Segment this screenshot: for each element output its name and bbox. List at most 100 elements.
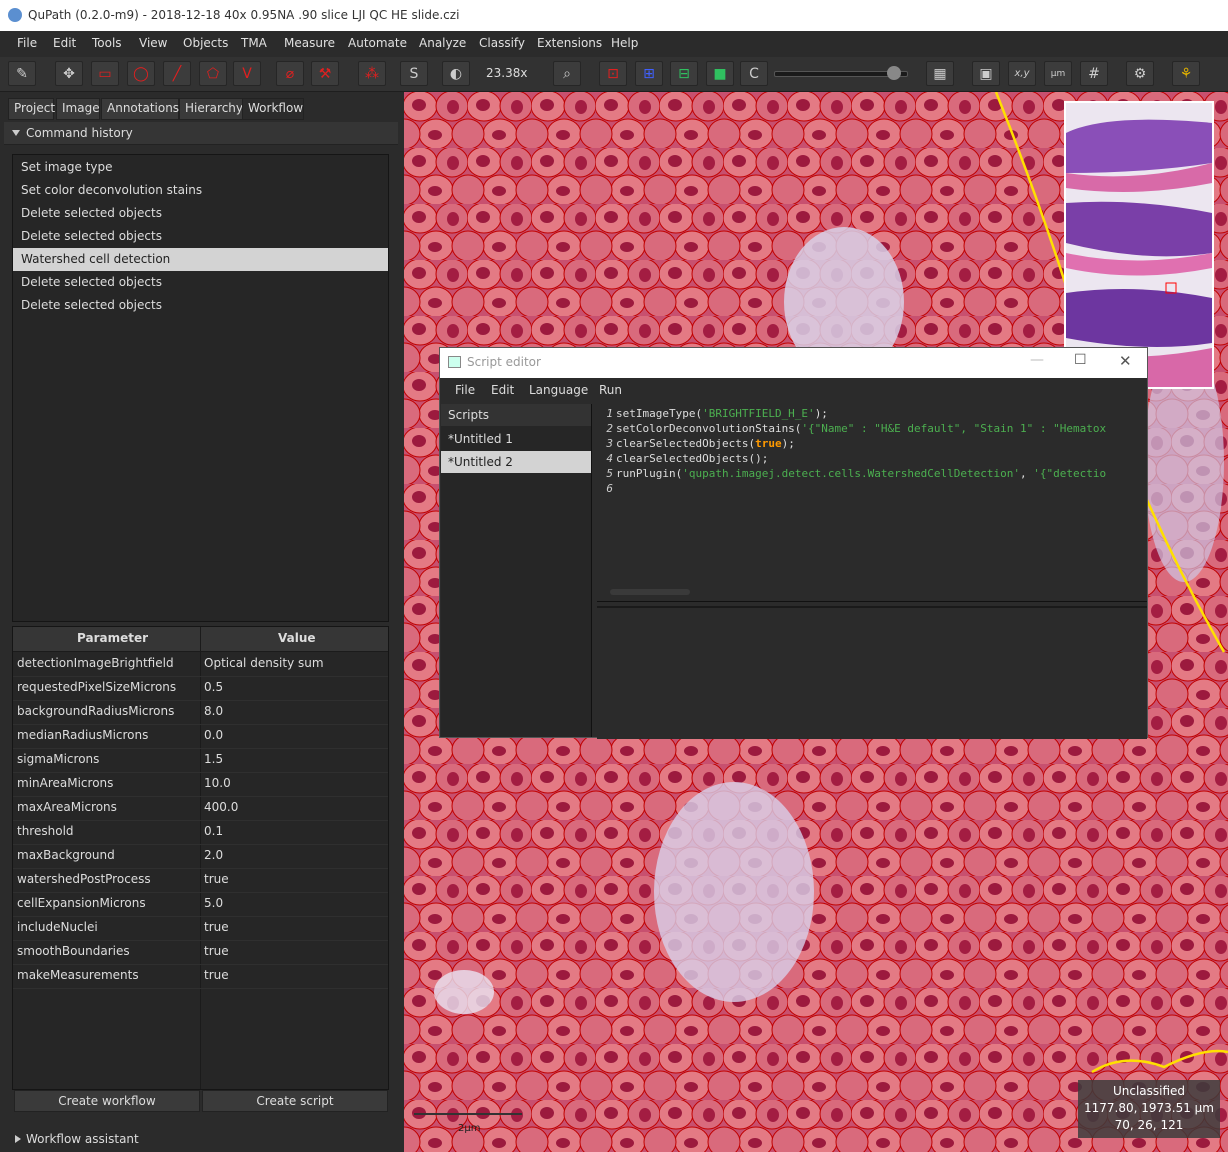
code-token: '{"Name" : "H&E default", "Stain 1" : "H…	[801, 422, 1107, 435]
measure-tool-icon[interactable]: ✎	[8, 61, 36, 86]
zoom-to-fit-icon[interactable]: ⌕	[553, 61, 581, 86]
table-row[interactable]: smoothBoundaries true	[13, 940, 388, 965]
param-name: cellExpansionMicrons	[17, 896, 146, 910]
tab-hierarchy[interactable]: Hierarchy	[179, 98, 245, 120]
param-name: sigmaMicrons	[17, 752, 100, 766]
selection-mode-button[interactable]: S	[400, 61, 428, 86]
menu-edit[interactable]: Edit	[53, 36, 76, 50]
menu-view[interactable]: View	[139, 36, 167, 50]
code-line: 1 setImageType('BRIGHTFIELD_H_E');	[597, 407, 828, 422]
show-annotations-icon[interactable]: ⊡	[599, 61, 627, 86]
menu-analyze[interactable]: Analyze	[419, 36, 466, 50]
se-menu-edit[interactable]: Edit	[491, 383, 514, 397]
line-tool-icon[interactable]: ╱	[163, 61, 191, 86]
overview-thumbnail[interactable]	[1064, 101, 1214, 389]
create-workflow-button[interactable]: Create workflow	[14, 1090, 200, 1112]
code-editor[interactable]: 1 setImageType('BRIGHTFIELD_H_E'); 2 setCol…	[597, 404, 1147, 602]
script-output-console[interactable]	[597, 606, 1147, 739]
create-script-button[interactable]: Create script	[202, 1090, 388, 1112]
table-row[interactable]: threshold 0.1	[13, 820, 388, 845]
brightness-contrast-icon[interactable]: ◐	[442, 61, 470, 86]
table-row[interactable]: backgroundRadiusMicrons 8.0	[13, 700, 388, 725]
menu-tma[interactable]: TMA	[241, 36, 267, 50]
selection-mode-label: S	[409, 65, 419, 82]
toolbar: ✎ ✥ ▭ ◯ ╱ ⬠ V ⌀ ⚒ ⁂ S ◐ 23.38x ⌕ ⊡ ⊞ ⊟ ■…	[0, 57, 1228, 92]
show-detections-icon[interactable]: ⊟	[670, 61, 698, 86]
code-horizontal-scrollbar[interactable]	[610, 589, 690, 595]
menu-tools[interactable]: Tools	[92, 36, 122, 50]
menu-extensions[interactable]: Extensions	[537, 36, 602, 50]
menu-file[interactable]: File	[17, 36, 37, 50]
maximize-icon[interactable]: ☐	[1074, 352, 1087, 368]
list-item[interactable]: Delete selected objects	[13, 271, 388, 294]
table-row[interactable]: sigmaMicrons 1.5	[13, 748, 388, 773]
table-row[interactable]: includeNuclei true	[13, 916, 388, 941]
rectangle-tool-icon[interactable]: ▭	[91, 61, 119, 86]
table-row[interactable]: requestedPixelSizeMicrons 0.5	[13, 676, 388, 701]
table-row[interactable]: watershedPostProcess true	[13, 868, 388, 893]
se-menu-language[interactable]: Language	[529, 383, 588, 397]
workflow-assistant-header[interactable]: Workflow assistant	[4, 1129, 398, 1151]
code-token: 'qupath.imagej.detect.cells.WatershedCel…	[682, 467, 1020, 480]
list-item-selected[interactable]: Watershed cell detection	[13, 248, 388, 271]
list-item[interactable]: Set image type	[13, 156, 388, 179]
code-token: ,	[1020, 467, 1034, 480]
log-icon[interactable]: ⚘	[1172, 61, 1200, 86]
fill-detections-icon[interactable]: ■	[706, 61, 734, 86]
line-number: 1	[606, 407, 613, 420]
script-item-selected[interactable]: *Untitled 2	[441, 451, 591, 473]
brush-tool-icon[interactable]: ⌀	[276, 61, 304, 86]
se-menu-run[interactable]: Run	[599, 383, 622, 397]
points-tool-icon[interactable]: ⁂	[358, 61, 386, 86]
command-history-header[interactable]: Command history	[4, 122, 398, 145]
opacity-slider-knob[interactable]	[887, 66, 901, 80]
preferences-gear-icon[interactable]: ⚙	[1126, 61, 1154, 86]
tab-workflow[interactable]: Workflow	[242, 98, 304, 120]
script-editor-titlebar[interactable]: Script editor — ☐ ✕	[440, 348, 1147, 378]
menu-automate[interactable]: Automate	[348, 36, 407, 50]
cell-boundaries-button[interactable]: C	[740, 61, 768, 86]
list-item[interactable]: Delete selected objects	[13, 202, 388, 225]
minimize-icon[interactable]: —	[1030, 352, 1044, 368]
overview-icon[interactable]: ▣	[972, 61, 1000, 86]
column-header-value[interactable]: Value	[278, 631, 316, 645]
column-header-parameter[interactable]: Parameter	[77, 631, 148, 645]
table-row[interactable]: maxAreaMicrons 400.0	[13, 796, 388, 821]
tab-image[interactable]: Image	[56, 98, 100, 120]
close-icon[interactable]: ✕	[1119, 352, 1132, 370]
move-tool-icon[interactable]: ✥	[55, 61, 83, 86]
list-item[interactable]: Delete selected objects	[13, 294, 388, 317]
show-location-button[interactable]: x,y	[1008, 61, 1036, 86]
tab-annotations[interactable]: Annotations	[101, 98, 179, 120]
table-row[interactable]: maxBackground 2.0	[13, 844, 388, 869]
measurement-table-icon[interactable]: ▦	[926, 61, 954, 86]
table-row[interactable]: makeMeasurements true	[13, 964, 388, 989]
code-token: true	[755, 437, 782, 450]
wand-tool-icon[interactable]: ⚒	[311, 61, 339, 86]
show-grid-icon[interactable]: #	[1080, 61, 1108, 86]
polyline-tool-icon[interactable]: V	[233, 61, 261, 86]
table-row[interactable]: detectionImageBrightfield Optical density…	[13, 652, 388, 677]
line-number: 2	[606, 422, 613, 435]
menu-measure[interactable]: Measure	[284, 36, 335, 50]
table-row[interactable]: cellExpansionMicrons 5.0	[13, 892, 388, 917]
table-row[interactable]: medianRadiusMicrons 0.0	[13, 724, 388, 749]
table-row[interactable]: minAreaMicrons 10.0	[13, 772, 388, 797]
tab-project[interactable]: Project	[8, 98, 55, 120]
list-item[interactable]: Set color deconvolution stains	[13, 179, 388, 202]
scale-bar-label: 2µm	[458, 1123, 481, 1134]
ellipse-tool-icon[interactable]: ◯	[127, 61, 155, 86]
list-item-label: Set image type	[21, 160, 113, 174]
param-value: 2.0	[204, 848, 224, 862]
menu-classify[interactable]: Classify	[479, 36, 525, 50]
show-scalebar-button[interactable]: µm	[1044, 61, 1072, 86]
tab-image-label: Image	[62, 101, 100, 115]
script-item[interactable]: *Untitled 1	[441, 428, 591, 450]
menu-objects[interactable]: Objects	[183, 36, 228, 50]
list-item[interactable]: Delete selected objects	[13, 225, 388, 248]
show-tma-grid-icon[interactable]: ⊞	[635, 61, 663, 86]
polygon-tool-icon[interactable]: ⬠	[199, 61, 227, 86]
menu-help[interactable]: Help	[611, 36, 638, 50]
se-menu-file[interactable]: File	[455, 383, 475, 397]
line-number: 3	[606, 437, 613, 450]
